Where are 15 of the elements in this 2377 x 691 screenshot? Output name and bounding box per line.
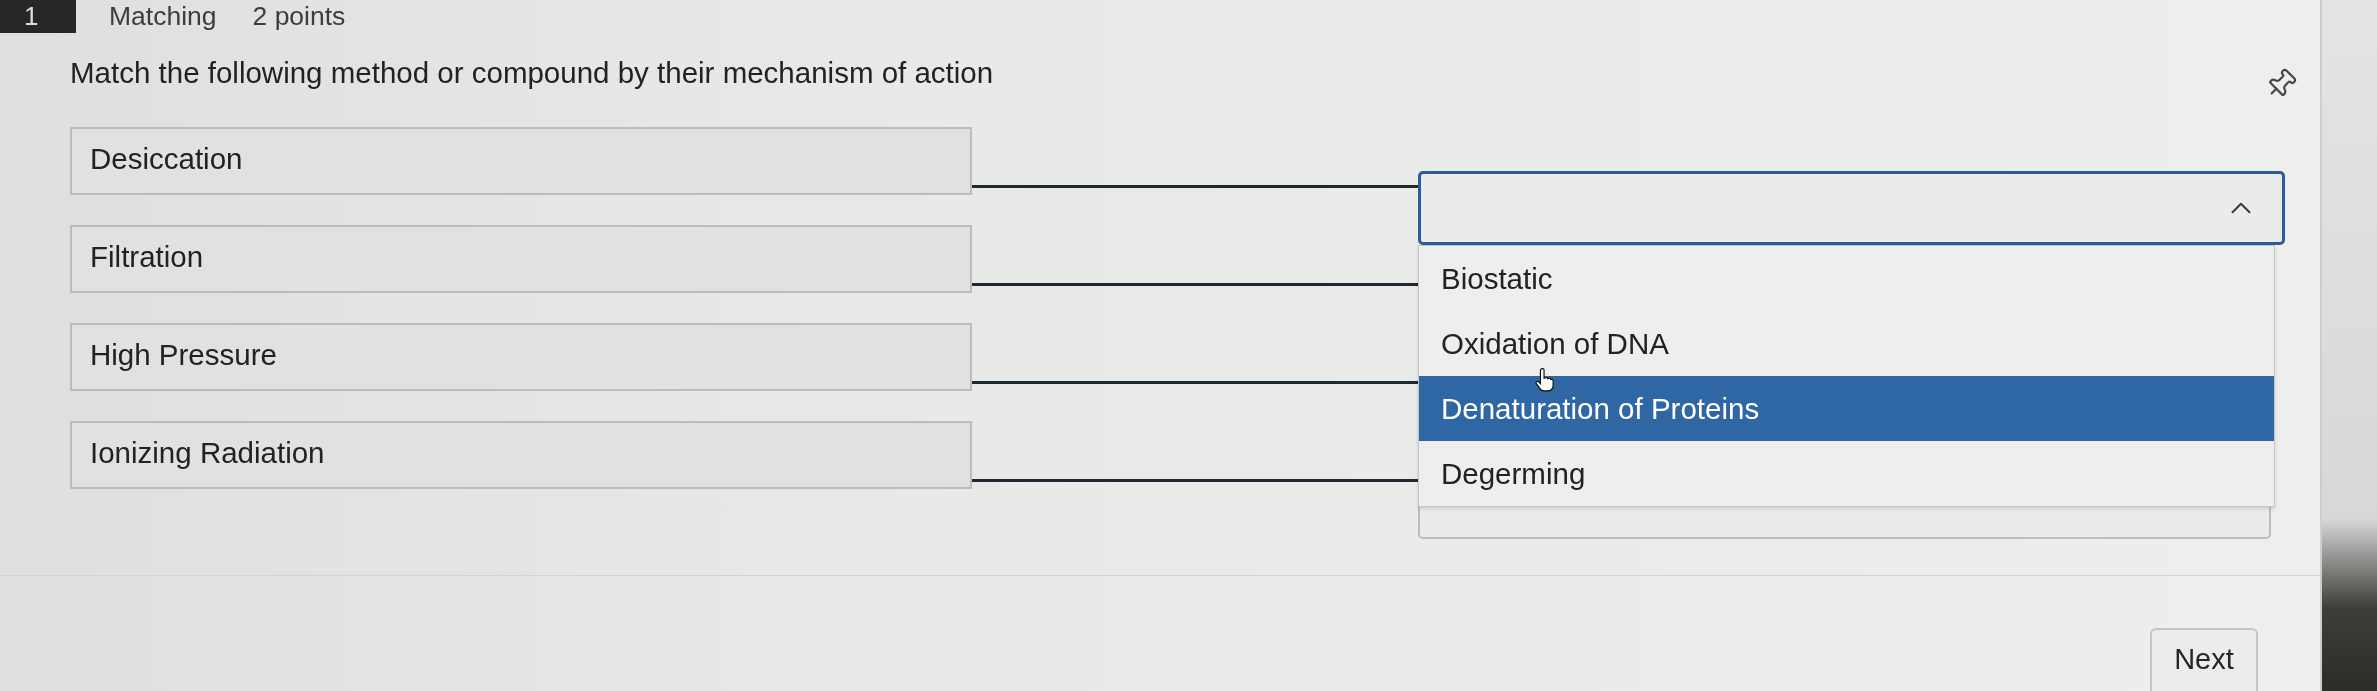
question-prompt: Match the following method or compound by their mechanism of action — [70, 55, 994, 91]
next-button[interactable]: Next — [2150, 628, 2258, 691]
question-number: 1 — [0, 0, 76, 33]
dropdown-option[interactable]: Oxidation of DNA — [1419, 311, 2274, 376]
match-term: Ionizing Radiation — [70, 421, 972, 489]
dropdown-option[interactable]: Biostatic — [1419, 246, 2274, 311]
select-field[interactable] — [1418, 507, 2271, 539]
hand-cursor-icon — [1535, 368, 1554, 392]
question-type-label: Matching — [109, 0, 217, 33]
dropdown-option[interactable]: Degerming — [1419, 441, 2274, 506]
match-term: High Pressure — [70, 323, 972, 391]
match-term: Filtration — [70, 225, 972, 293]
points-label: 2 points — [252, 0, 346, 33]
match-term: Desiccation — [70, 127, 972, 195]
select-field[interactable] — [1418, 171, 2285, 245]
